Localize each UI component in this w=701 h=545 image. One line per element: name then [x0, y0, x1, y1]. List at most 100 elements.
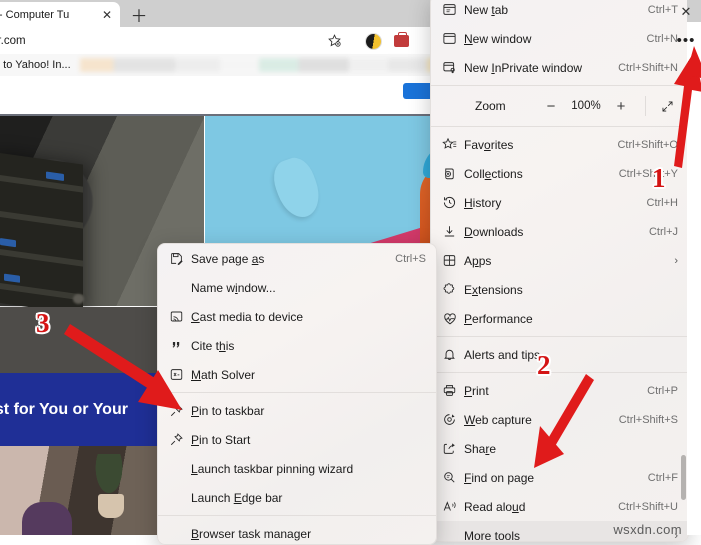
menu-item-web-capture[interactable]: Web capture Ctrl+Shift+S	[431, 405, 688, 434]
photo-subject	[22, 502, 72, 535]
edge-settings-menu: New tab Ctrl+T New window Ctrl+N New InP…	[430, 0, 689, 542]
menu-shortcut: Ctrl+N	[646, 32, 678, 45]
zoom-value: 100%	[571, 100, 601, 112]
menu-shortcut: Ctrl+P	[647, 384, 678, 397]
menu-item-new-inprivate-window[interactable]: New InPrivate window Ctrl+Shift+N	[431, 53, 688, 82]
find-magnifier-icon	[442, 470, 464, 485]
favorite-item[interactable]: n to Yahoo! In...	[0, 59, 71, 71]
settings-and-more-button[interactable]: •••	[675, 30, 697, 50]
submenu-item-browser-task-manager[interactable]: Browser task manager	[158, 519, 436, 544]
submenu-item-name-window[interactable]: Name window...	[158, 273, 436, 302]
bell-icon	[442, 347, 464, 362]
zoom-in-button[interactable]: +	[612, 97, 630, 115]
menu-label: Launch taskbar pinning wizard	[191, 461, 354, 476]
menu-label: Read aloud	[464, 499, 526, 514]
menu-label: Find on page	[464, 470, 535, 485]
toolbar-right-icons	[362, 30, 412, 52]
page-edge-text: te	[688, 58, 698, 70]
menu-item-favorites[interactable]: Favorites Ctrl+Shift+O	[431, 130, 688, 159]
menu-item-apps[interactable]: Apps ›	[431, 246, 688, 275]
menu-item-extensions[interactable]: Extensions	[431, 275, 688, 304]
menu-shortcut: Ctrl+Shift+Y	[618, 167, 678, 180]
menu-item-new-window[interactable]: New window Ctrl+N	[431, 24, 688, 53]
menu-shortcut: Ctrl+F	[647, 471, 678, 484]
zoom-out-button[interactable]: −	[542, 97, 560, 115]
address-bar[interactable]: easier.com	[0, 29, 355, 52]
submenu-item-pin-to-start[interactable]: Pin to Start	[158, 425, 436, 454]
menu-separator	[431, 85, 688, 86]
menu-label: New tab	[464, 2, 509, 17]
menu-shortcut: Ctrl+S	[395, 252, 426, 265]
page-banner: est for You or Your	[0, 373, 160, 446]
submenu-item-launch-taskbar-pinning-wizard[interactable]: Launch taskbar pinning wizard	[158, 454, 436, 483]
menu-zoom-row: Zoom − 100% +	[431, 89, 688, 123]
box-stack	[0, 151, 83, 315]
profile-avatar-icon[interactable]	[362, 30, 384, 52]
window-right-edge	[687, 0, 701, 535]
menu-label: Extensions	[464, 282, 523, 297]
read-aloud-icon	[442, 499, 464, 514]
downloads-arrow-icon	[442, 224, 464, 239]
menu-item-collections[interactable]: Collections Ctrl+Shift+Y	[431, 159, 688, 188]
menu-scrollbar[interactable]	[681, 455, 686, 500]
briefcase-icon[interactable]	[390, 30, 412, 52]
submenu-item-cast-media-to-device[interactable]: Cast media to device	[158, 302, 436, 331]
tab-close-icon[interactable]: ✕	[100, 9, 114, 21]
new-tab-icon	[442, 2, 464, 17]
menu-item-read-aloud[interactable]: Read aloud Ctrl+Shift+U	[431, 492, 688, 521]
submenu-item-launch-edge-bar[interactable]: Launch Edge bar	[158, 483, 436, 512]
submenu-item-cite-this[interactable]: Cite this	[158, 331, 436, 360]
submenu-item-save-page-as[interactable]: Save page as Ctrl+S	[158, 244, 436, 273]
menu-label: Cite this	[191, 338, 235, 353]
menu-shortcut: Ctrl+Shift+N	[618, 61, 678, 74]
menu-label: New window	[464, 31, 532, 46]
new-window-icon	[442, 31, 464, 46]
math-solver-icon	[169, 367, 191, 382]
menu-item-print[interactable]: Print Ctrl+P	[431, 376, 688, 405]
menu-label: Math Solver	[191, 367, 256, 382]
menu-shortcut: Ctrl+J	[648, 225, 678, 238]
menu-label: New InPrivate window	[464, 60, 583, 75]
menu-separator	[431, 372, 688, 373]
zoom-controls: − 100% +	[542, 96, 678, 116]
menu-label: History	[464, 195, 502, 210]
fullscreen-arrows-icon[interactable]	[645, 96, 678, 116]
menu-separator	[431, 336, 688, 337]
menu-label: Cast media to device	[191, 309, 304, 324]
annotation-number-1: 1	[652, 163, 666, 193]
printer-icon	[442, 383, 464, 398]
performance-heart-icon	[442, 311, 464, 327]
menu-label: Share	[464, 441, 497, 456]
menu-item-downloads[interactable]: Downloads Ctrl+J	[431, 217, 688, 246]
menu-item-find-on-page[interactable]: Find on page Ctrl+F	[431, 463, 688, 492]
banner-text: est for You or Your	[0, 400, 128, 418]
menu-label: Print	[464, 383, 489, 398]
menu-item-history[interactable]: History Ctrl+H	[431, 188, 688, 217]
menu-label: Apps	[464, 253, 492, 268]
apps-grid-icon	[442, 253, 464, 268]
menu-label: Web capture	[464, 412, 532, 427]
new-tab-button[interactable]: ＋	[128, 4, 150, 26]
pin-icon	[169, 403, 191, 418]
submenu-item-pin-to-taskbar[interactable]: Pin to taskbar	[158, 396, 436, 425]
menu-label: Performance	[464, 311, 533, 326]
menu-item-new-tab[interactable]: New tab Ctrl+T	[431, 0, 688, 24]
menu-item-performance[interactable]: Performance	[431, 304, 688, 333]
paper-tear-shape	[267, 152, 327, 224]
chevron-right-icon: ›	[674, 254, 678, 267]
menu-label: Favorites	[464, 137, 514, 152]
menu-item-share[interactable]: Share	[431, 434, 688, 463]
more-tools-submenu: Save page as Ctrl+S Name window... Cast …	[157, 243, 437, 545]
star-plus-icon[interactable]	[323, 30, 345, 52]
browser-tab[interactable]: ch Easier - Computer Tu ✕	[0, 2, 120, 27]
extensions-puzzle-icon	[442, 282, 464, 297]
menu-shortcut: Ctrl+H	[646, 196, 678, 209]
annotation-number-2: 2	[537, 350, 551, 380]
menu-label: Collections	[464, 166, 523, 181]
menu-item-alerts-and-tips[interactable]: Alerts and tips	[431, 340, 688, 369]
window-close-icon[interactable]: ✕	[675, 3, 697, 21]
submenu-item-math-solver[interactable]: Math Solver	[158, 360, 436, 389]
menu-shortcut: Ctrl+Shift+O	[617, 138, 678, 151]
annotation-number-3: 3	[36, 308, 50, 338]
zoom-label: Zoom	[475, 99, 506, 113]
